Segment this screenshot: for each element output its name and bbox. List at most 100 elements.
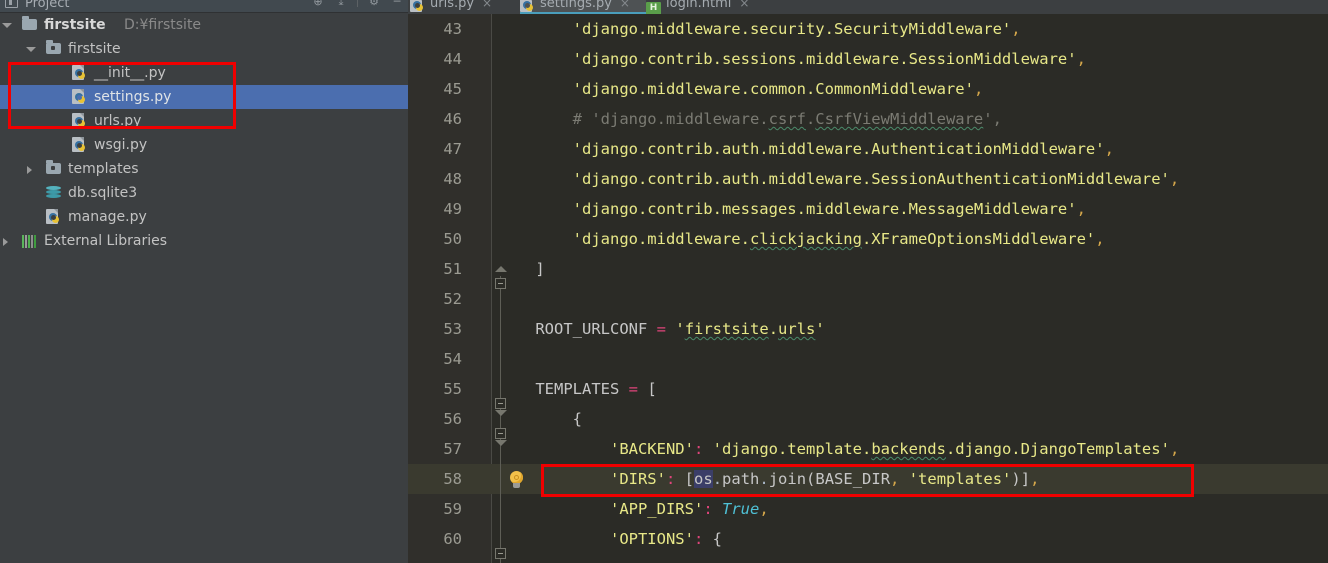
- code-line-56[interactable]: 56 {: [408, 404, 1328, 434]
- line-text: 'DIRS': [os.path.join(BASE_DIR, 'templat…: [609, 470, 1040, 488]
- database-icon: [46, 186, 61, 200]
- tree-item-firstsite[interactable]: firstsite: [0, 37, 408, 61]
- toolbar-divider: [357, 0, 358, 7]
- tree-item-settings-py[interactable]: settings.py: [0, 85, 408, 109]
- folder-icon: [22, 16, 37, 30]
- code-line-43[interactable]: 43 'django.middleware.security.SecurityM…: [408, 14, 1328, 44]
- line-number: 45: [443, 80, 462, 98]
- editor-tab-settings-py[interactable]: settings.py ×: [520, 0, 646, 14]
- code-line-47[interactable]: 47 'django.contrib.auth.middleware.Authe…: [408, 134, 1328, 164]
- tree-item-label: db.sqlite3: [68, 185, 138, 201]
- tool-window-buttons: ⊕ ⤓ ⚙ ─: [311, 0, 404, 9]
- code-line-57[interactable]: 57 'BACKEND': 'django.template.backends.…: [408, 434, 1328, 464]
- line-number: 52: [443, 290, 462, 308]
- source-folder-icon: [46, 160, 61, 174]
- editor-tab-bar: urls.py × settings.py × Hlogin.html ×: [408, 0, 1328, 14]
- tab-label: login.html: [666, 0, 732, 11]
- tree-item-urls-py[interactable]: urls.py: [0, 109, 408, 133]
- html-file-icon: H: [646, 2, 661, 14]
- tree-item-db-sqlite3[interactable]: db.sqlite3: [0, 181, 408, 205]
- code-editor: urls.py × settings.py × Hlogin.html × 43…: [408, 0, 1328, 563]
- hide-icon[interactable]: ─: [390, 0, 404, 9]
- code-line-50[interactable]: 50 'django.middleware.clickjacking.XFram…: [408, 224, 1328, 254]
- project-tool-title: Project: [25, 0, 70, 11]
- line-text: ROOT_URLCONF = 'firstsite.urls': [535, 320, 825, 338]
- close-icon[interactable]: ×: [739, 0, 749, 10]
- code-line-51[interactable]: 51 ]: [408, 254, 1328, 284]
- code-line-55[interactable]: 55 TEMPLATES = [: [408, 374, 1328, 404]
- line-number: 48: [443, 170, 462, 188]
- editor-tab-login-html[interactable]: Hlogin.html ×: [646, 0, 764, 14]
- tree-item-path: D:¥firstsite: [124, 17, 202, 33]
- tree-item-firstsite[interactable]: firstsite D:¥firstsite: [0, 13, 408, 37]
- code-line-45[interactable]: 45 'django.middleware.common.CommonMiddl…: [408, 74, 1328, 104]
- line-text: 'BACKEND': 'django.template.backends.dja…: [609, 440, 1180, 458]
- tree-item-label: External Libraries: [44, 233, 167, 249]
- line-text: 'django.contrib.auth.middleware.Authenti…: [572, 140, 1114, 158]
- line-number: 50: [443, 230, 462, 248]
- code-line-49[interactable]: 49 'django.contrib.messages.middleware.M…: [408, 194, 1328, 224]
- chevron-right-icon[interactable]: [26, 157, 38, 181]
- close-icon[interactable]: ×: [482, 0, 492, 10]
- line-text: TEMPLATES = [: [535, 380, 657, 398]
- line-number: 57: [443, 440, 462, 458]
- chevron-right-icon[interactable]: [2, 229, 14, 253]
- line-number: 46: [443, 110, 462, 128]
- line-text: 'OPTIONS': {: [609, 530, 723, 548]
- code-line-52[interactable]: 52: [408, 284, 1328, 314]
- chevron-down-icon[interactable]: [2, 13, 14, 37]
- project-tool-window: Project ⊕ ⤓ ⚙ ─ firstsite D:¥firstsite fir…: [0, 0, 408, 563]
- code-line-54[interactable]: 54: [408, 344, 1328, 374]
- chevron-down-icon[interactable]: [26, 37, 38, 61]
- tree-item-label: settings.py: [94, 89, 172, 105]
- tree-item-manage-py[interactable]: manage.py: [0, 205, 408, 229]
- line-text: 'APP_DIRS': True,: [609, 500, 769, 518]
- tree-item-label: urls.py: [94, 113, 142, 129]
- tree-item-templates[interactable]: templates: [0, 157, 408, 181]
- code-line-53[interactable]: 53 ROOT_URLCONF = 'firstsite.urls': [408, 314, 1328, 344]
- settings-gear-icon[interactable]: ⚙: [367, 0, 381, 9]
- tree-item-label: wsgi.py: [94, 137, 148, 153]
- python-file-icon: [72, 137, 88, 153]
- line-number: 49: [443, 200, 462, 218]
- editor-code-area[interactable]: 43 'django.middleware.security.SecurityM…: [408, 14, 1328, 563]
- locate-icon[interactable]: ⊕: [311, 0, 325, 9]
- code-line-58[interactable]: 58 'DIRS': [os.path.join(BASE_DIR, 'temp…: [408, 464, 1328, 494]
- tree-item---init---py[interactable]: __init__.py: [0, 61, 408, 85]
- close-icon[interactable]: ×: [620, 0, 630, 10]
- line-text: ]: [535, 260, 545, 278]
- tree-item-wsgi-py[interactable]: wsgi.py: [0, 133, 408, 157]
- line-number: 58: [443, 470, 462, 488]
- line-number: 59: [443, 500, 462, 518]
- project-view-icon: [5, 0, 18, 8]
- collapse-all-icon[interactable]: ⤓: [334, 0, 348, 9]
- line-number: 60: [443, 530, 462, 548]
- code-line-59[interactable]: 59 'APP_DIRS': True,: [408, 494, 1328, 524]
- code-line-60[interactable]: 60 'OPTIONS': {: [408, 524, 1328, 554]
- line-text: 'django.contrib.sessions.middleware.Sess…: [572, 50, 1086, 68]
- source-folder-icon: [46, 40, 61, 54]
- line-text: 'django.middleware.security.SecurityMidd…: [572, 20, 1021, 38]
- python-file-icon: [410, 0, 426, 13]
- libraries-icon: [22, 235, 38, 248]
- tree-item-external-libraries[interactable]: External Libraries: [0, 229, 408, 253]
- line-number: 43: [443, 20, 462, 38]
- python-file-icon: [46, 209, 62, 225]
- tree-item-label: templates: [68, 161, 139, 177]
- code-line-48[interactable]: 48 'django.contrib.auth.middleware.Sessi…: [408, 164, 1328, 194]
- python-file-icon: [72, 89, 88, 105]
- editor-tab-urls-py[interactable]: urls.py ×: [410, 0, 518, 14]
- line-text: 'django.contrib.messages.middleware.Mess…: [572, 200, 1086, 218]
- line-number: 47: [443, 140, 462, 158]
- project-tree: firstsite D:¥firstsite firstsite __init__.…: [0, 13, 408, 253]
- tree-item-label: firstsite: [44, 17, 106, 33]
- tab-label: settings.py: [540, 0, 612, 11]
- code-line-46[interactable]: 46 # 'django.middleware.csrf.CsrfViewMid…: [408, 104, 1328, 134]
- line-number: 53: [443, 320, 462, 338]
- line-number: 44: [443, 50, 462, 68]
- code-line-44[interactable]: 44 'django.contrib.sessions.middleware.S…: [408, 44, 1328, 74]
- tree-item-label: manage.py: [68, 209, 147, 225]
- python-file-icon: [72, 65, 88, 81]
- line-number: 56: [443, 410, 462, 428]
- line-number: 51: [443, 260, 462, 278]
